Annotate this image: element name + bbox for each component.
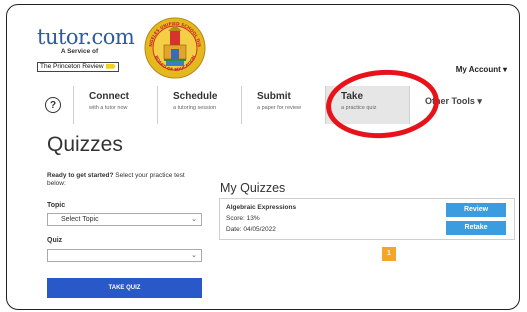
nav-item-subtitle: with a tutor now: [89, 105, 128, 111]
app-window: tutor.com A Service of The Princeton Rev…: [6, 4, 520, 310]
quiz-name: Algebraic Expressions: [226, 204, 297, 211]
intro-text: Ready to get started? Select your practi…: [47, 172, 185, 187]
nav-item-connect[interactable]: Connect with a tutor now: [73, 86, 157, 124]
quiz-select[interactable]: ⌄: [47, 249, 202, 262]
nav-item-subtitle: a tutoring session: [173, 105, 217, 111]
main-nav: ? Connect with a tutor now Schedule a tu…: [33, 86, 517, 124]
review-button[interactable]: Review: [446, 203, 506, 217]
page-title: Quizzes: [47, 133, 123, 156]
topic-label: Topic: [47, 202, 66, 209]
logo-partner: The Princeton Review: [37, 62, 119, 72]
chevron-down-icon: ⌄: [191, 252, 197, 259]
quiz-score: Score: 13%: [226, 215, 260, 222]
help-button[interactable]: ?: [33, 86, 73, 124]
help-icon: ?: [45, 97, 61, 113]
nav-item-schedule[interactable]: Schedule a tutoring session: [157, 86, 241, 124]
take-quiz-button[interactable]: TAKE QUIZ: [47, 278, 202, 298]
tutor-logo[interactable]: tutor.com A Service of The Princeton Rev…: [37, 25, 135, 73]
pencil-icon: [105, 63, 116, 69]
quiz-date: Date: 04/05/2022: [226, 226, 276, 233]
logo-tagline: A Service of: [60, 48, 99, 55]
my-account-menu[interactable]: My Account ▾: [456, 65, 507, 74]
my-quizzes-title: My Quizzes: [220, 181, 286, 195]
nav-item-subtitle: a paper for review: [257, 105, 302, 111]
district-seal-icon: LOS ANGELES UNIFIED SCHOOL DISTRICT BOAR…: [144, 17, 206, 79]
pagination-page-1[interactable]: 1: [382, 247, 396, 261]
nav-item-title: Connect: [89, 91, 129, 102]
quiz-card: Algebraic Expressions Score: 13% Date: 0…: [219, 198, 515, 240]
quiz-label: Quiz: [47, 237, 63, 244]
chevron-down-icon: ⌄: [191, 216, 197, 223]
logo-brand: tutor.com: [37, 25, 135, 49]
nav-item-title: Schedule: [173, 91, 218, 102]
nav-item-submit[interactable]: Submit a paper for review: [241, 86, 325, 124]
retake-button[interactable]: Retake: [446, 221, 506, 235]
topic-select[interactable]: Select Topic ⌄: [47, 213, 202, 226]
nav-item-title: Submit: [257, 91, 291, 102]
highlight-circle: [323, 66, 442, 142]
